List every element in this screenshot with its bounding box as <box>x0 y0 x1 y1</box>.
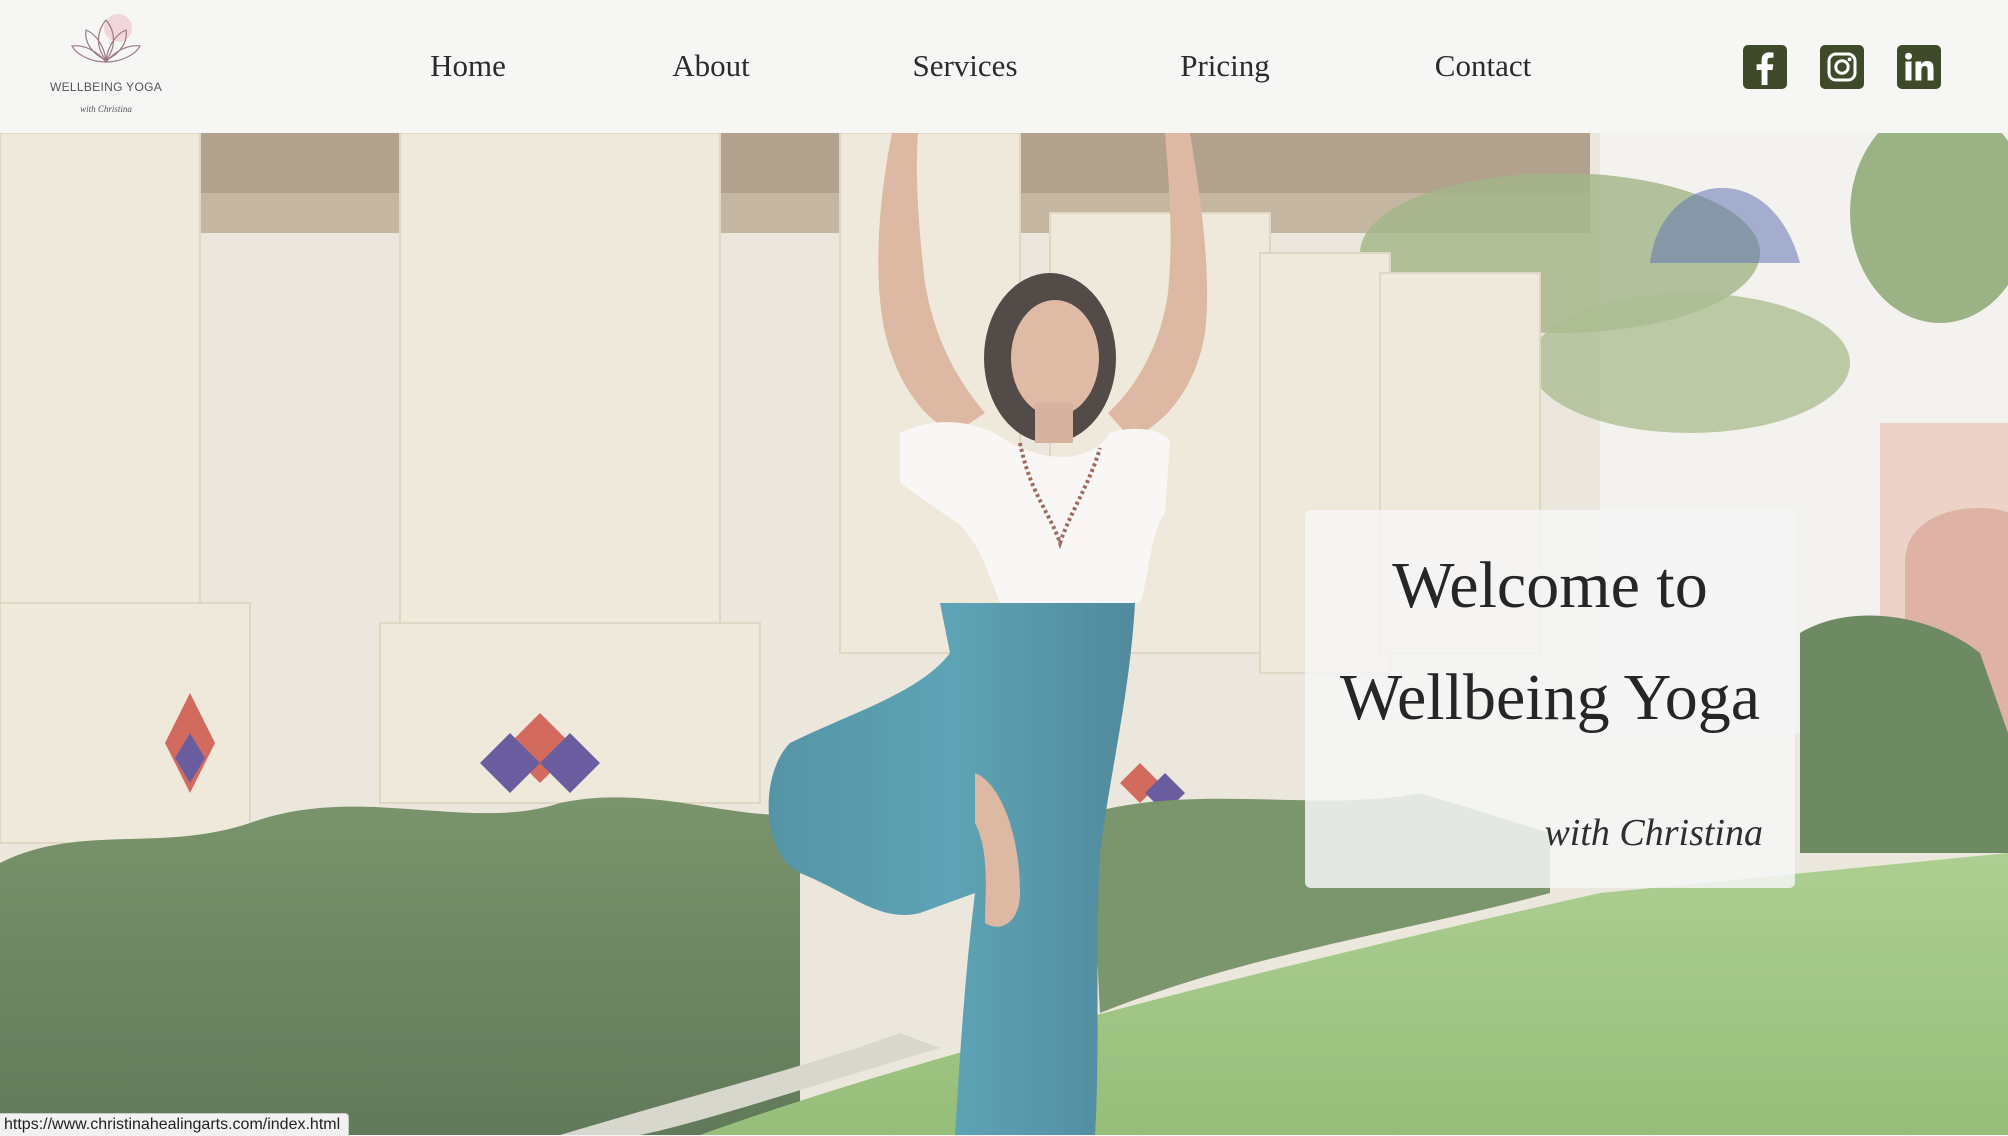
hero-section: Welcome to Wellbeing Yoga with Christina <box>0 133 2008 1135</box>
nav-item-services[interactable]: Services <box>900 44 1030 88</box>
facebook-link[interactable] <box>1743 45 1787 89</box>
welcome-subtitle: with Christina <box>1544 812 1763 854</box>
linkedin-icon <box>1905 52 1934 81</box>
brand-name: WELLBEING YOGA <box>50 80 163 94</box>
nav-item-contact[interactable]: Contact <box>1418 44 1548 88</box>
welcome-heading-line-1: Welcome to <box>1392 549 1708 622</box>
lotus-icon <box>71 14 141 63</box>
nav-item-about[interactable]: About <box>650 44 772 88</box>
status-bar-url: https://www.christinahealingarts.com/ind… <box>0 1113 350 1136</box>
facebook-icon <box>1756 52 1774 85</box>
nav-item-home[interactable]: Home <box>406 44 530 88</box>
site-header: WELLBEING YOGA with Christina Home About… <box>0 0 2008 133</box>
brand-tagline: with Christina <box>80 104 132 114</box>
linkedin-link[interactable] <box>1897 45 1941 89</box>
brand-logo[interactable]: WELLBEING YOGA with Christina <box>50 10 162 120</box>
nav-item-pricing[interactable]: Pricing <box>1160 44 1290 88</box>
welcome-heading-line-2: Wellbeing Yoga <box>1339 661 1760 734</box>
instagram-link[interactable] <box>1820 45 1864 89</box>
welcome-card: Welcome to Wellbeing Yoga with Christina <box>1305 510 1795 888</box>
instagram-icon <box>1827 52 1857 82</box>
